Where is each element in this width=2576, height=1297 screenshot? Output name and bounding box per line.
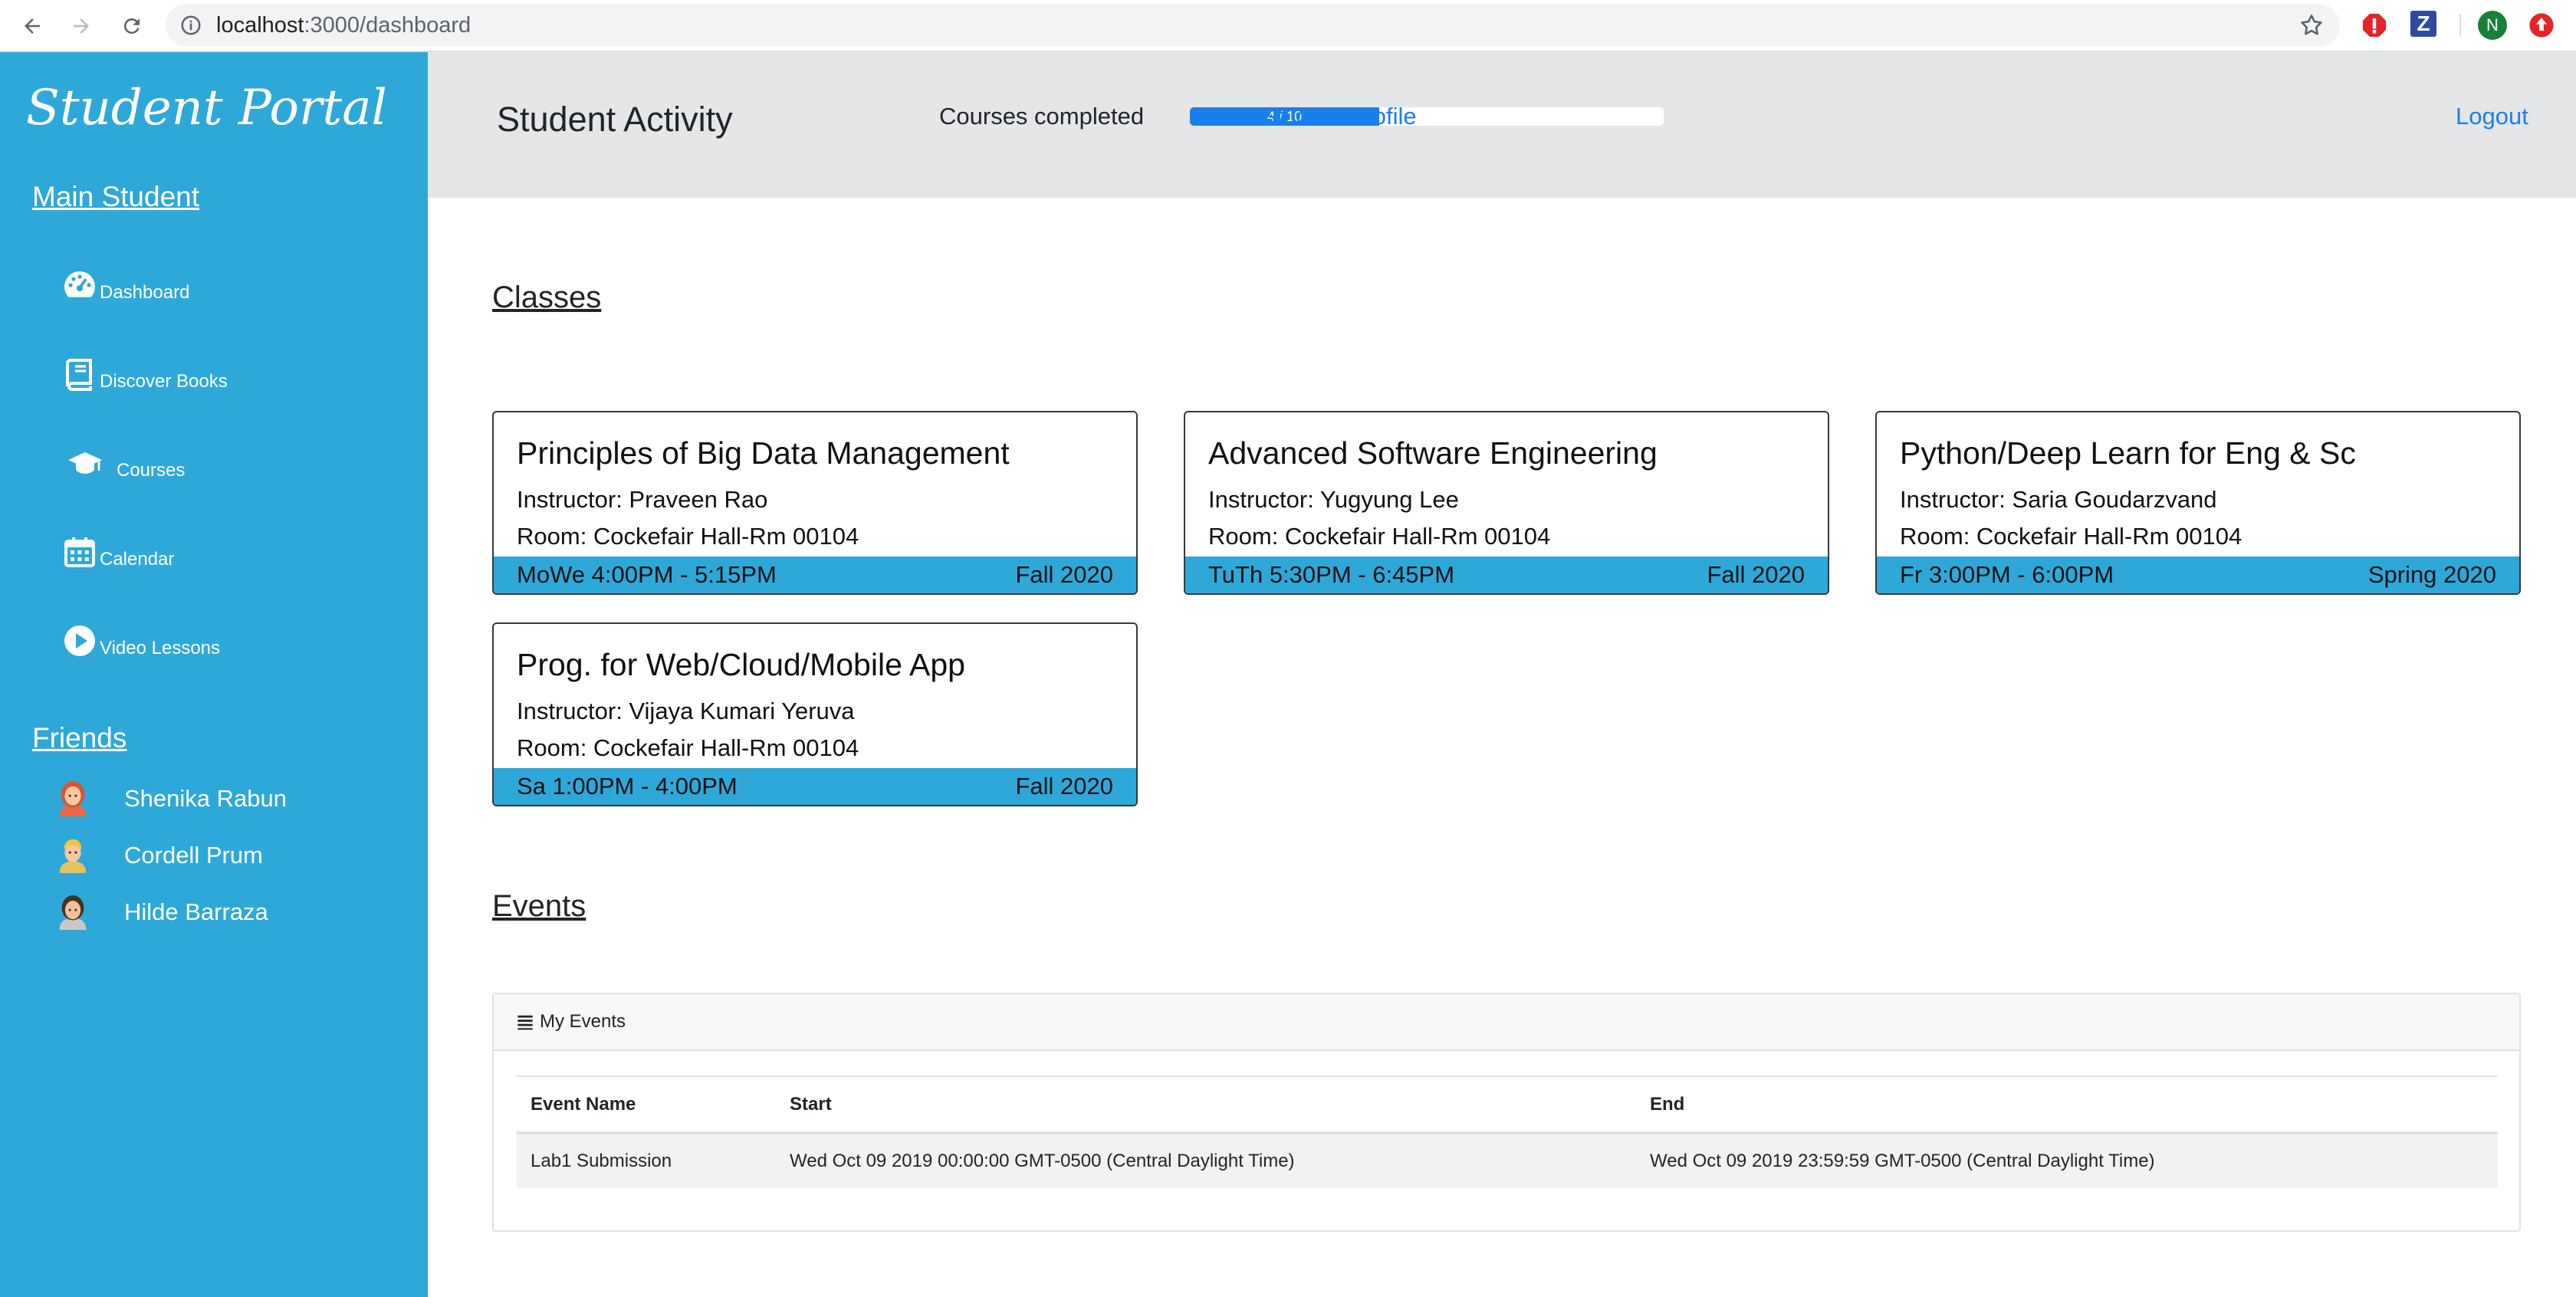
friend-name: Shenika Rabun	[124, 785, 287, 812]
class-room: Room: Cockefair Hall-Rm 00104	[517, 523, 859, 550]
list-icon	[518, 1015, 533, 1030]
sidebar-item-label: Dashboard	[100, 282, 190, 303]
friend-item[interactable]: Shenika Rabun	[55, 777, 287, 820]
sidebar-item-label: Video Lessons	[100, 638, 221, 658]
column-header-start[interactable]: Start	[776, 1075, 1636, 1134]
class-card[interactable]: Python/Deep Learn for Eng & Sc Instructo…	[1875, 411, 2521, 595]
sidebar-item-discover-books[interactable]: Discover Books	[61, 346, 228, 392]
friend-name: Cordell Prum	[124, 842, 263, 868]
arrow-right-icon	[74, 18, 89, 34]
class-room: Room: Cockefair Hall-Rm 00104	[1900, 523, 2242, 550]
bookmark-star-icon[interactable]	[2298, 12, 2325, 38]
portal-brand[interactable]: Student Portal	[26, 80, 387, 136]
sidebar-item-courses[interactable]: Courses	[61, 435, 185, 481]
dashboard-icon	[64, 271, 95, 297]
class-schedule: TuTh 5:30PM - 6:45PM	[1208, 561, 1455, 588]
events-table: Event Name Start End Lab1 Submission Wed…	[517, 1075, 2498, 1188]
class-instructor: Instructor: Yugyung Lee	[1208, 486, 1459, 513]
class-footer: TuTh 5:30PM - 6:45PM Fall 2020	[1185, 557, 1828, 593]
sidebar-item-label: Discover Books	[100, 371, 228, 392]
reload-button[interactable]	[113, 8, 150, 44]
graduation-cap-icon	[68, 452, 102, 474]
page-header: Student Activity Courses completed 4 / 1…	[428, 52, 2576, 198]
sidebar-item-calendar[interactable]: Calendar	[61, 524, 174, 570]
event-end-cell: Wed Oct 09 2019 23:59:59 GMT-0500 (Centr…	[1636, 1133, 2498, 1188]
sidebar: Student Portal Main Student Dashboard Di…	[0, 52, 428, 1297]
logout-link[interactable]: Logout	[2456, 103, 2528, 130]
sidebar-item-label: Courses	[117, 460, 186, 481]
class-room: Room: Cockefair Hall-Rm 00104	[517, 734, 859, 761]
class-title: Principles of Big Data Management	[517, 435, 1010, 471]
extension-stop-icon[interactable]	[2360, 11, 2389, 40]
my-events-title: My Events	[540, 1011, 626, 1032]
column-header-event-name[interactable]: Event Name	[517, 1075, 776, 1134]
classes-heading: Classes	[492, 281, 602, 314]
arrow-left-icon	[25, 18, 40, 34]
class-term: Fall 2020	[1015, 561, 1113, 588]
class-term: Fall 2020	[1707, 561, 1805, 588]
my-events-panel: My Events Event Name Start End Lab1 Subm…	[492, 993, 2521, 1232]
event-name-cell: Lab1 Submission	[517, 1133, 776, 1188]
class-instructor: Instructor: Praveen Rao	[517, 486, 768, 513]
forward-button[interactable]	[63, 8, 100, 44]
column-header-end[interactable]: End	[1636, 1075, 2498, 1134]
class-footer: MoWe 4:00PM - 5:15PM Fall 2020	[494, 557, 1136, 593]
friend-avatar-icon	[59, 895, 87, 930]
back-button[interactable]	[14, 8, 51, 44]
class-card[interactable]: Advanced Software Engineering Instructor…	[1184, 411, 1829, 595]
class-term: Fall 2020	[1015, 773, 1113, 800]
extension-z-icon[interactable]: Z	[2410, 11, 2436, 37]
class-schedule: Fr 3:00PM - 6:00PM	[1900, 561, 2114, 588]
url-text[interactable]: localhost:3000/dashboard	[216, 13, 471, 38]
events-heading: Events	[492, 889, 586, 923]
friend-name: Hilde Barraza	[124, 898, 268, 925]
my-events-header: My Events	[494, 994, 2519, 1051]
table-row[interactable]: Lab1 Submission Wed Oct 09 2019 00:00:00…	[517, 1133, 2498, 1188]
friend-avatar-icon	[59, 781, 87, 816]
toolbar-divider	[2459, 14, 2461, 37]
class-footer: Sa 1:00PM - 4:00PM Fall 2020	[494, 768, 1136, 805]
view-student-profile-link[interactable]: View Student Profile	[1203, 103, 1417, 130]
class-title: Prog. for Web/Cloud/Mobile App	[517, 647, 965, 682]
friend-item[interactable]: Hilde Barraza	[55, 891, 268, 934]
class-card[interactable]: Prog. for Web/Cloud/Mobile App Instructo…	[492, 622, 1138, 806]
class-footer: Fr 3:00PM - 6:00PM Spring 2020	[1877, 557, 2519, 593]
address-bar[interactable]: localhost:3000/dashboard	[166, 4, 2340, 47]
play-circle-icon	[64, 626, 95, 656]
profile-avatar[interactable]: N	[2478, 11, 2507, 40]
class-title: Python/Deep Learn for Eng & Sc	[1900, 435, 2356, 471]
friends-link[interactable]: Friends	[32, 722, 127, 754]
friend-avatar-icon	[59, 839, 87, 873]
book-icon	[66, 359, 92, 391]
browser-toolbar: localhost:3000/dashboard Z N	[0, 0, 2576, 52]
sidebar-item-label: Calendar	[100, 549, 175, 570]
class-term: Spring 2020	[2367, 561, 2496, 588]
page-title: Student Activity	[497, 100, 733, 139]
sidebar-item-dashboard[interactable]: Dashboard	[61, 258, 189, 304]
extension-upload-icon[interactable]	[2527, 11, 2556, 40]
table-header-row: Event Name Start End	[517, 1075, 2498, 1134]
friend-item[interactable]: Cordell Prum	[55, 834, 263, 877]
class-instructor: Instructor: Vijaya Kumari Yeruva	[517, 698, 855, 724]
class-card[interactable]: Principles of Big Data Management Instru…	[492, 411, 1138, 595]
sidebar-item-video-lessons[interactable]: Video Lessons	[61, 613, 220, 659]
event-start-cell: Wed Oct 09 2019 00:00:00 GMT-0500 (Centr…	[776, 1133, 1636, 1188]
main-student-link[interactable]: Main Student	[32, 181, 199, 213]
class-schedule: Sa 1:00PM - 4:00PM	[517, 773, 738, 800]
class-title: Advanced Software Engineering	[1208, 435, 1658, 471]
calendar-icon	[64, 537, 95, 567]
class-instructor: Instructor: Saria Goudarzvand	[1900, 486, 2217, 513]
class-room: Room: Cockefair Hall-Rm 00104	[1208, 523, 1551, 550]
courses-completed-label: Courses completed	[939, 103, 1145, 130]
class-schedule: MoWe 4:00PM - 5:15PM	[517, 561, 777, 588]
reload-icon	[123, 18, 140, 34]
info-icon[interactable]	[179, 14, 202, 37]
